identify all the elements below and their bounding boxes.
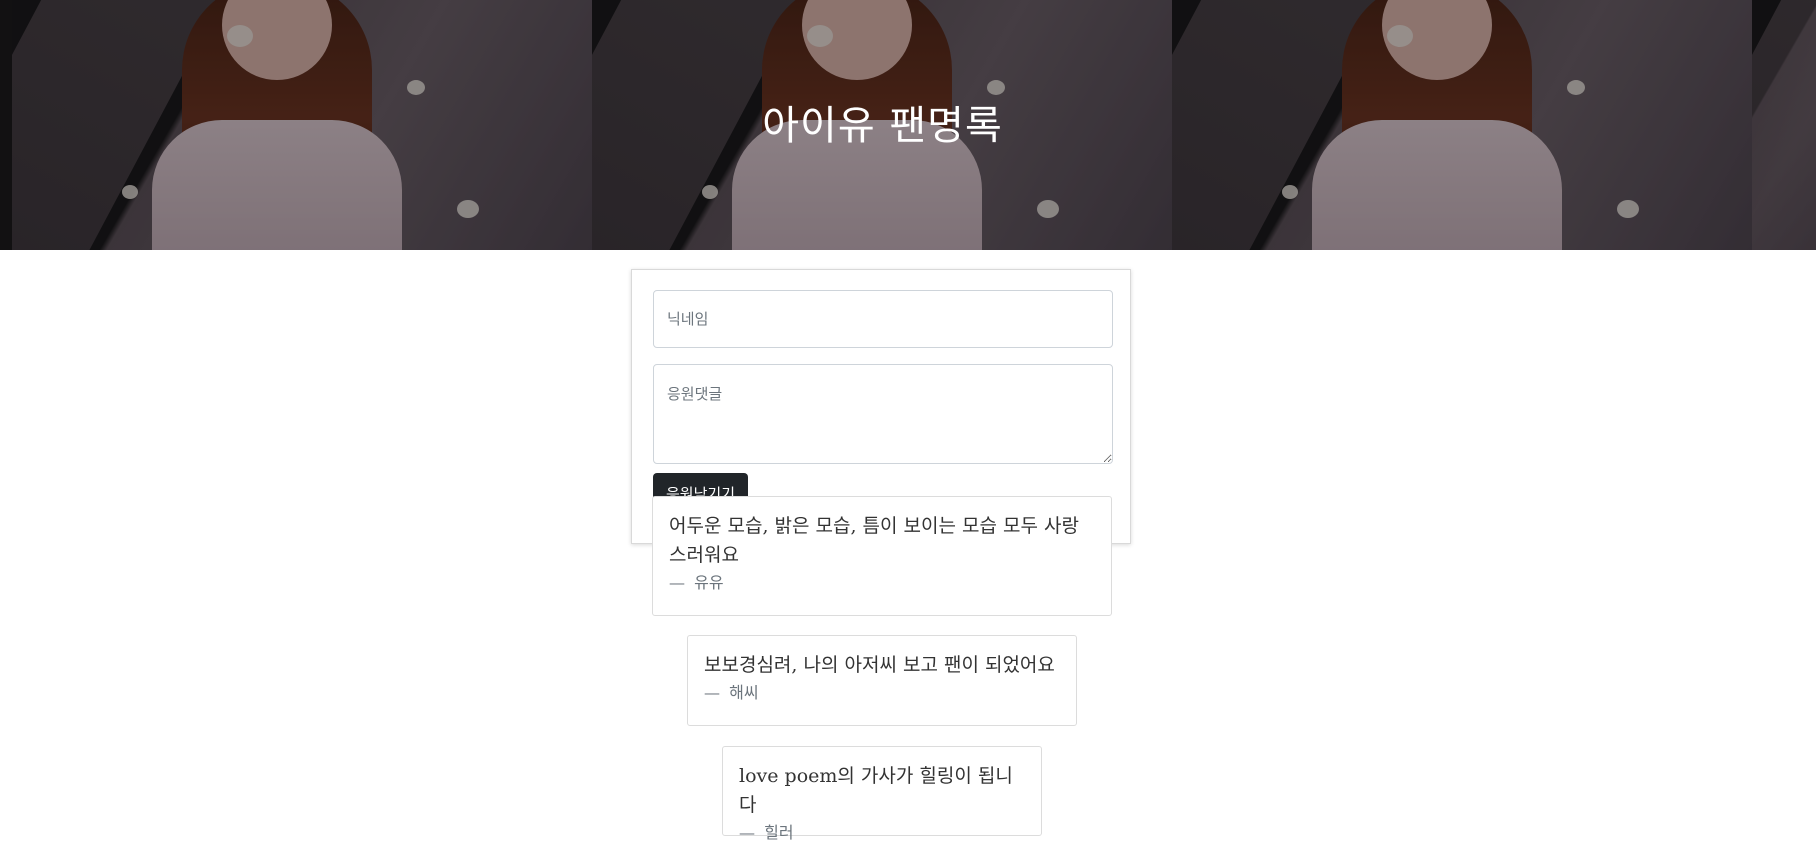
comment-author-dash: — [669,573,685,592]
comment-card: 보보경심려, 나의 아저씨 보고 팬이 되었어요 — 해씨 [687,635,1077,726]
comment-textarea[interactable] [653,364,1113,464]
comment-text: love poem의 가사가 힐링이 됩니다 [739,765,1013,816]
comment-card: 어두운 모습, 밝은 모습, 틈이 보이는 모습 모두 사랑스러워요 — 유유 [652,496,1112,616]
comment-author: — 힐러 [739,822,1025,844]
nickname-input[interactable] [653,290,1113,348]
comment-text: 어두운 모습, 밝은 모습, 틈이 보이는 모습 모두 사랑스러워요 [669,515,1079,566]
comment-author-name: 해씨 [729,683,759,702]
comment-author-dash: — [704,683,720,702]
comment-author-dash: — [739,823,755,842]
page-title: 아이유 팬명록 [762,103,1003,149]
comment-author: — 해씨 [704,682,1060,704]
comment-author-name: 힐러 [764,823,794,842]
hero-banner: 아이유 팬명록 [0,0,1816,250]
comment-author-name: 유유 [694,573,724,592]
comment-author: — 유유 [669,572,1095,594]
comment-card: love poem의 가사가 힐링이 됩니다 — 힐러 [722,746,1042,842]
comment-text: 보보경심려, 나의 아저씨 보고 팬이 되었어요 [704,654,1055,676]
